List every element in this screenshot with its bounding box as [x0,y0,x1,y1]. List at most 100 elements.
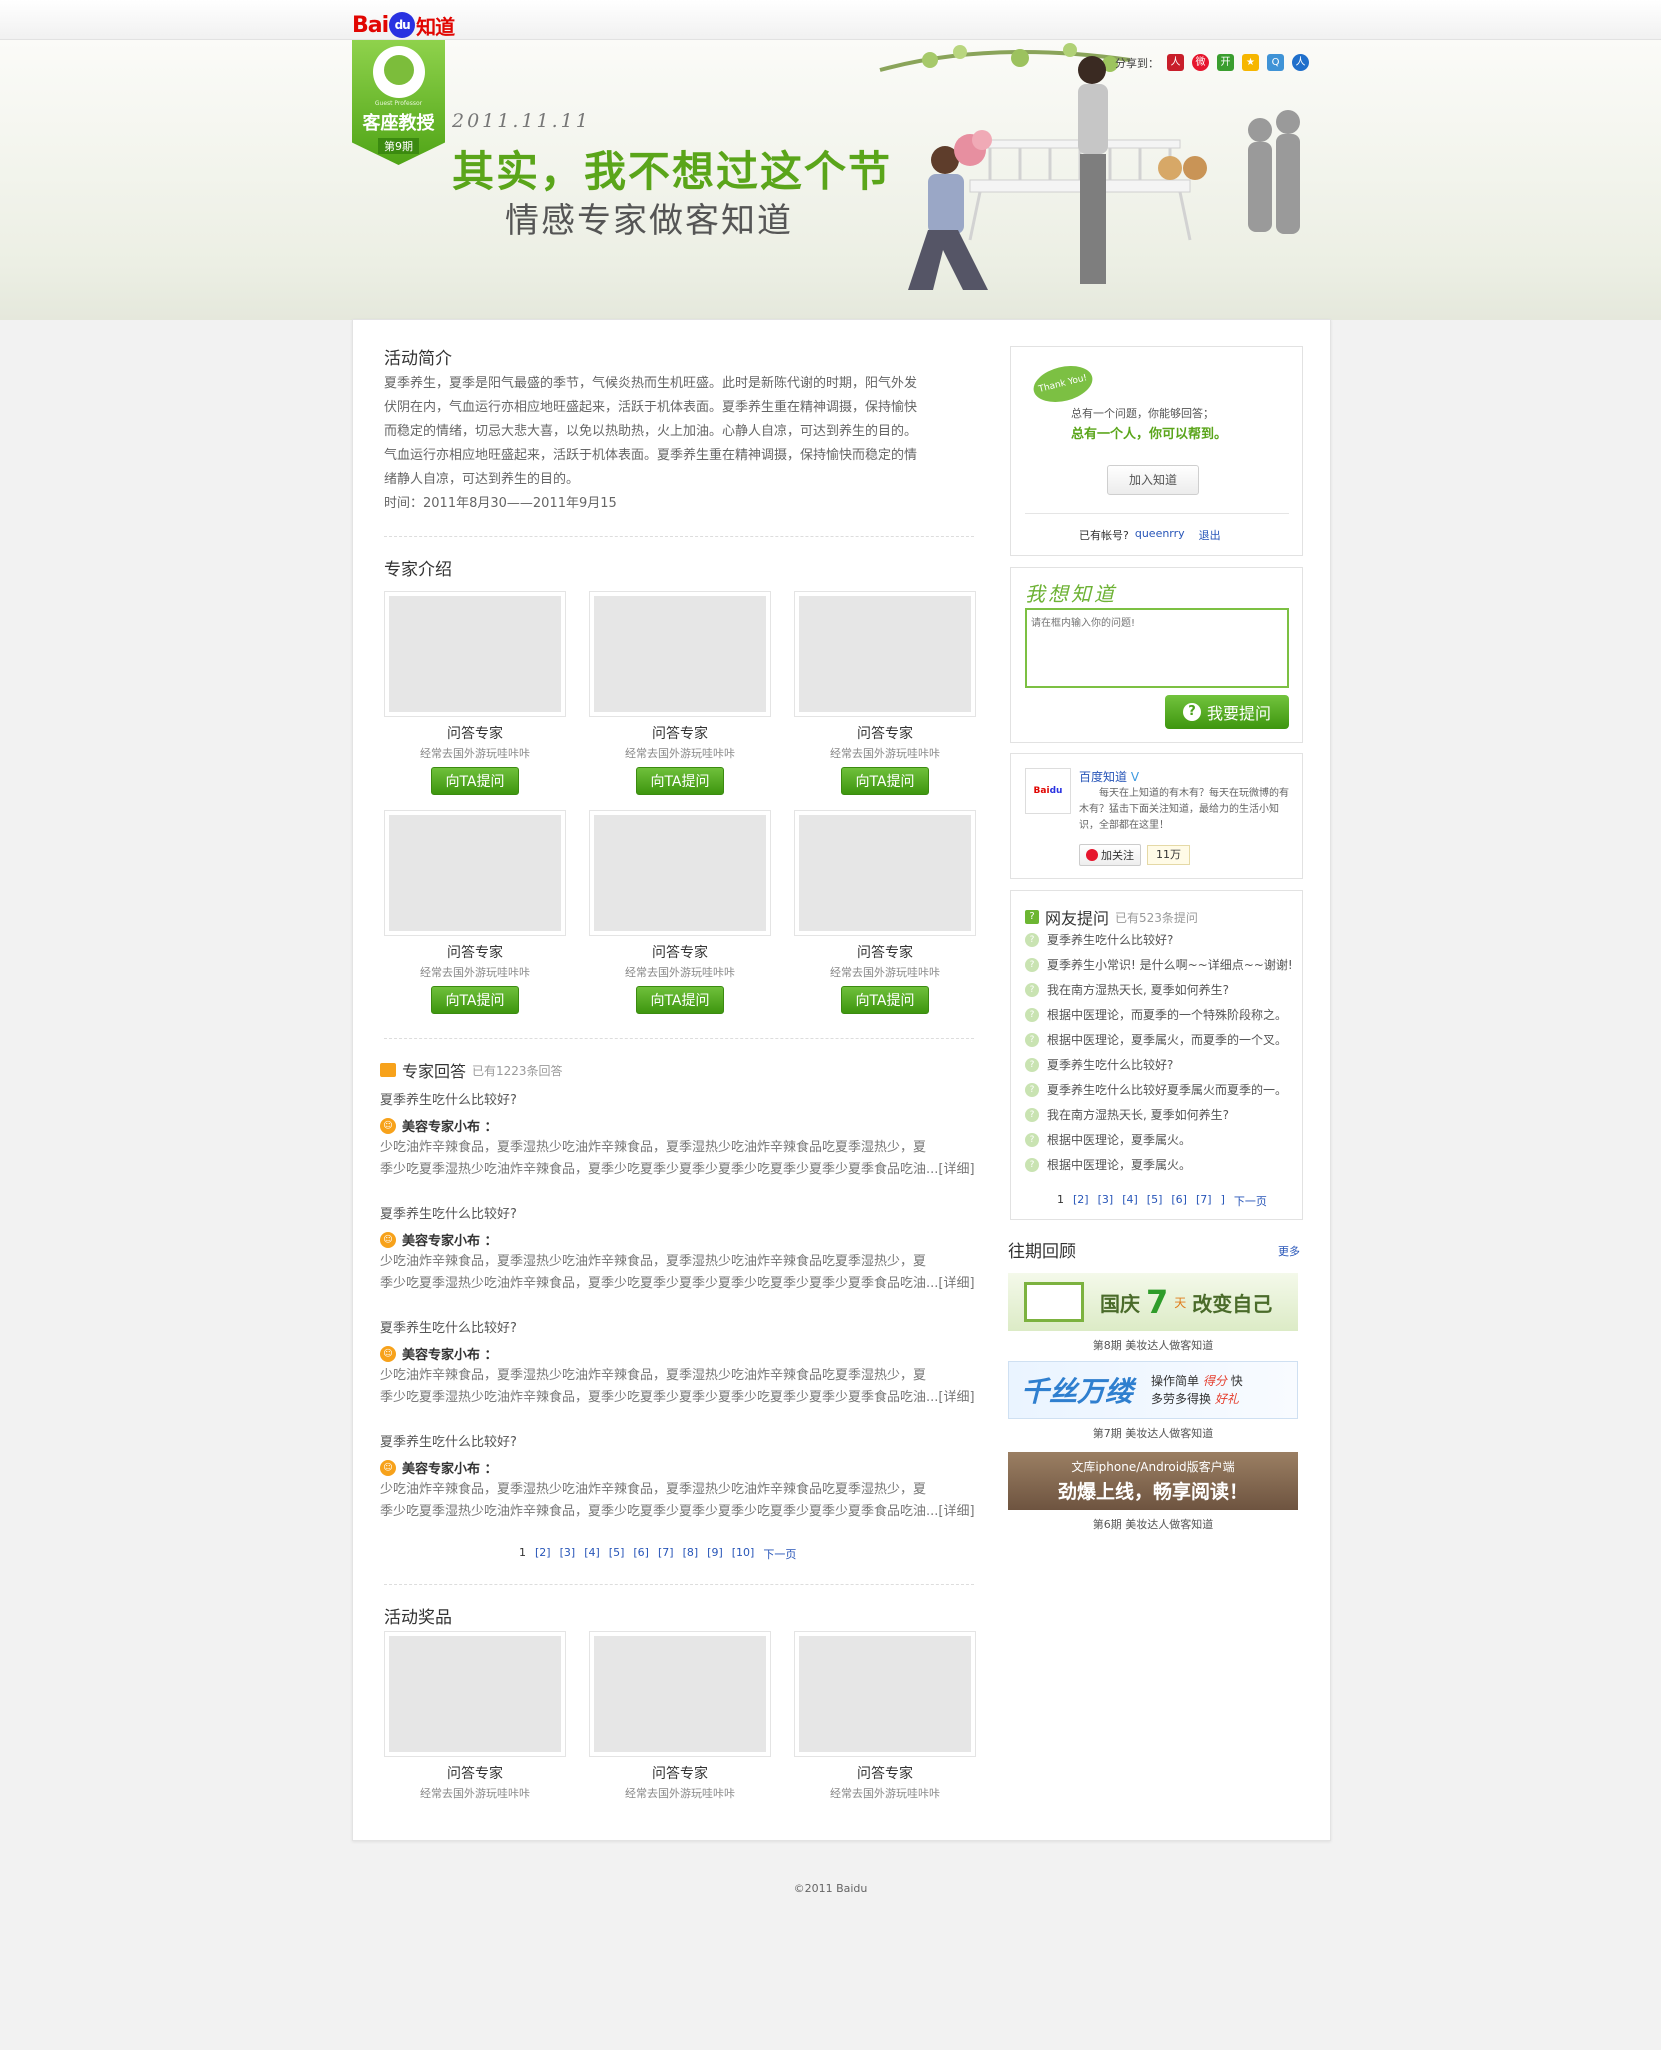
list-item[interactable]: ? 根据中医理论，而夏季的一个特殊阶段称之。 [1025,1002,1295,1027]
share-renren-icon[interactable]: 人 [1167,54,1184,71]
ask-expert-button[interactable]: 向TA提问 [431,767,519,795]
experts-title: 专家介绍 [384,560,452,580]
list-item[interactable]: ? 根据中医理论，夏季属火，而夏季的一个叉。 [1025,1027,1295,1052]
pager-link[interactable]: [7] [1196,1193,1212,1209]
pager-link[interactable]: [4] [1122,1193,1138,1209]
expert-photo[interactable] [794,810,976,936]
divider [384,1038,974,1039]
list-item[interactable]: ? 夏季养生吃什么比较好? [1025,1052,1295,1077]
answer-item: 夏季养生吃什么比较好? ☺ 美容专家小布 ： 少吃油炸辛辣食品，夏季湿热少吃油炸辛… [380,1203,980,1295]
prize-photo[interactable] [589,1631,771,1757]
answer-question[interactable]: 夏季养生吃什么比较好? [380,1203,980,1222]
weibo-name[interactable]: 百度知道 V [1079,768,1139,785]
pager-link[interactable]: [5] [609,1546,625,1562]
question-input[interactable] [1025,608,1289,688]
pager-link[interactable]: [6] [633,1546,649,1562]
expert-desc: 经常去国外游玩哇咔咔 [830,747,940,760]
pager-link[interactable]: [3] [1098,1193,1114,1209]
account-label: 已有帐号? [1079,529,1129,542]
baidu-zhidao-logo[interactable]: Bai du 知道 [352,10,455,40]
share-qq-icon[interactable]: Q [1267,54,1284,71]
list-item[interactable]: ? 我在南方湿热天长, 夏季如何养生? [1025,1102,1295,1127]
expert-avatar-icon: ☺ [380,1231,396,1248]
pager-link[interactable]: [3] [560,1546,576,1562]
list-item[interactable]: ? 夏季养生小常识! 是什么啊~~详细点~~谢谢! [1025,952,1295,977]
answer-question[interactable]: 夏季养生吃什么比较好? [380,1431,980,1450]
prize-name: 问答专家 [447,1766,503,1782]
pager-link[interactable]: ] [1221,1193,1225,1209]
list-item[interactable]: ? 夏季养生吃什么比较好夏季属火而夏季的一。 [1025,1077,1295,1102]
pager-next[interactable]: 下一页 [1234,1193,1267,1209]
prize-name: 问答专家 [652,1766,708,1782]
detail-link[interactable]: [详细] [938,1276,974,1291]
ask-expert-button[interactable]: 向TA提问 [636,767,724,795]
user-questions-list: ? 夏季养生吃什么比较好? ? 夏季养生小常识! 是什么啊~~详细点~~谢谢! ? 我… [1025,927,1295,1177]
fans-count: 11万 [1147,845,1190,865]
expert-desc: 经常去国外游玩哇咔咔 [625,966,735,979]
intro-line: 绪静人自凉，可达到养生的目的。 [384,472,580,487]
pager-link[interactable]: [9] [707,1546,723,1562]
expert-photo[interactable] [384,810,566,936]
expert-photo[interactable] [384,591,566,717]
question-bullet-icon: ? [1025,982,1039,997]
pager-link[interactable]: [4] [584,1546,600,1562]
expert-photo[interactable] [794,591,976,717]
pager-link[interactable]: [10] [732,1546,755,1562]
prize-photo[interactable] [384,1631,566,1757]
submit-question-button[interactable]: ? 我要提问 [1165,695,1289,729]
list-item[interactable]: ? 根据中医理论，夏季属火。 [1025,1152,1295,1177]
share-kaixin-icon[interactable]: 开 [1217,54,1234,71]
banner-text: 文库iphone/Android版客户端 [1071,1460,1235,1474]
pager-link[interactable]: [2] [1073,1193,1089,1209]
share-weibo-icon[interactable]: 微 [1192,54,1209,71]
detail-link[interactable]: [详细] [938,1504,974,1519]
past-issue-caption[interactable]: 第6期 美妆达人做客知道 [1008,1516,1298,1532]
detail-link[interactable]: [详细] [938,1390,974,1405]
pager-link[interactable]: [8] [683,1546,699,1562]
account-row: 已有帐号? queenrry 退出 [1079,527,1221,543]
pager-link[interactable]: [5] [1147,1193,1163,1209]
follow-button[interactable]: 加关注 [1079,844,1141,866]
logo-bai: Bai [352,12,389,38]
list-item[interactable]: ? 夏季养生吃什么比较好? [1025,927,1295,952]
past-issue-banner[interactable]: 国庆 7 天 改变自己 [1008,1273,1298,1331]
question-text: 夏季养生吃什么比较好? [1047,1058,1174,1072]
pager-next[interactable]: 下一页 [763,1546,796,1562]
list-item[interactable]: ? 根据中医理论，夏季属火。 [1025,1127,1295,1152]
pager-link[interactable]: [6] [1171,1193,1187,1209]
ask-expert-button[interactable]: 向TA提问 [841,986,929,1014]
weibo-box: Bai du 百度知道 V 每天在上知道的有木有？每天在玩微博的有木有？猛击下面关… [1010,753,1303,879]
professor-avatar-icon [372,46,425,98]
username-link[interactable]: queenrry [1135,527,1185,543]
list-item[interactable]: ? 我在南方湿热天长, 夏季如何养生? [1025,977,1295,1002]
ask-expert-button[interactable]: 向TA提问 [636,986,724,1014]
ask-expert-button[interactable]: 向TA提问 [841,767,929,795]
join-zhidao-button[interactable]: 加入知道 [1107,465,1199,495]
past-issue-banner[interactable]: 千丝万缕 操作简单 得分 快 多劳多得换 好礼 [1008,1361,1298,1419]
answer-text: 少吃油炸辛辣食品，夏季湿热少吃油炸辛辣食品，夏季湿热少吃油炸辛辣食品吃夏季湿热少… [380,1482,927,1497]
intro-line: 夏季养生，夏季是阳气最盛的季节，气候炎热而生机旺盛。此时是新陈代谢的时期，阳气外… [384,376,918,391]
past-issue-banner[interactable]: 文库iphone/Android版客户端 劲爆上线，畅享阅读！ [1008,1452,1298,1510]
share-qzone-icon[interactable]: ★ [1242,54,1259,71]
banner-text: 千丝万缕 [1021,1375,1134,1408]
pager-link[interactable]: [7] [658,1546,674,1562]
logout-link[interactable]: 退出 [1199,527,1221,543]
expert-card: 问答专家 经常去国外游玩哇咔咔 向TA提问 [794,591,976,795]
answer-question[interactable]: 夏季养生吃什么比较好? [380,1317,980,1336]
user-questions-box: ? 网友提问 已有523条提问 ? 夏季养生吃什么比较好? ? 夏季养生小常识! 是… [1010,890,1303,1220]
login-line1: 总有一个问题，你能够回答； [1071,407,1214,420]
expert-photo[interactable] [589,591,771,717]
weibo-avatar[interactable]: Bai du [1025,768,1071,814]
ask-expert-button[interactable]: 向TA提问 [431,986,519,1014]
answer-question[interactable]: 夏季养生吃什么比较好? [380,1089,980,1108]
past-more-link[interactable]: 更多 [1278,1243,1300,1259]
past-issue-caption[interactable]: 第8期 美妆达人做客知道 [1008,1337,1298,1353]
prize-photo[interactable] [794,1631,976,1757]
past-issue-caption[interactable]: 第7期 美妆达人做客知道 [1008,1425,1298,1441]
expert-photo[interactable] [589,810,771,936]
answer-item: 夏季养生吃什么比较好? ☺ 美容专家小布 ： 少吃油炸辛辣食品，夏季湿热少吃油炸辛… [380,1089,980,1181]
question-text: 根据中医理论，夏季属火，而夏季的一个叉。 [1047,1033,1288,1047]
share-tieba-icon[interactable]: 人 [1292,54,1309,71]
detail-link[interactable]: [详细] [938,1162,974,1177]
pager-link[interactable]: [2] [535,1546,551,1562]
